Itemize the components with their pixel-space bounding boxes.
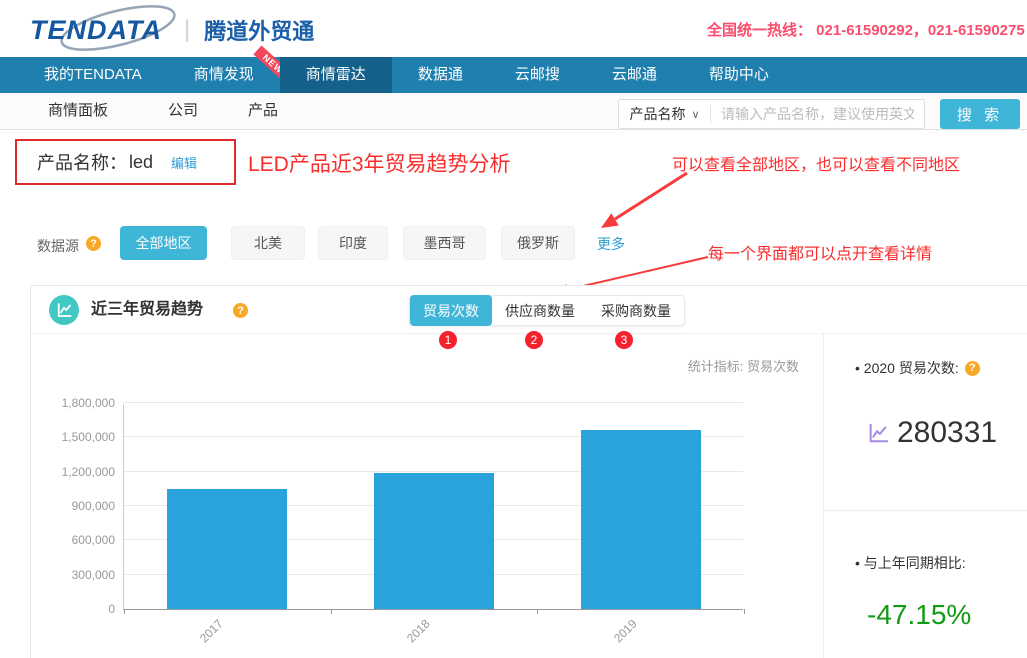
tab-buyer-count[interactable]: 采购商数量 xyxy=(588,295,684,326)
nav-item-mail-search[interactable]: 云邮搜 xyxy=(489,57,586,93)
bar-2019[interactable] xyxy=(581,430,701,609)
product-name-box: 产品名称： led 编辑 xyxy=(15,139,236,185)
nav-item-mail[interactable]: 云邮通 xyxy=(586,57,683,93)
annotation-regions-note: 可以查看全部地区，也可以查看不同地区 xyxy=(672,151,960,175)
search-category-label: 产品名称 xyxy=(629,104,685,124)
subnav-item-panel[interactable]: 商情面板 xyxy=(48,93,108,129)
edit-link[interactable]: 编辑 xyxy=(171,153,197,172)
stats-panel: • 2020 贸易次数: ? 280331 • 与上年同期相比: -47.15% xyxy=(823,334,1027,658)
y-axis-label: 600,000 xyxy=(72,533,115,547)
subnav-item-company[interactable]: 公司 xyxy=(168,93,198,129)
y-axis-label: 1,800,000 xyxy=(62,396,115,410)
region-button-all[interactable]: 全部地区 xyxy=(120,226,207,260)
main-navbar: 我的TENDATA 商情发现 NEW 商情雷达 数据通 云邮搜 云邮通 帮助中心 xyxy=(0,57,1027,93)
y-axis-label: 1,200,000 xyxy=(62,465,115,479)
x-axis-labels: 2017 2018 2019 xyxy=(123,610,743,655)
bar-2017[interactable] xyxy=(167,489,287,609)
stat-yoy-value: -47.15% xyxy=(867,599,1027,631)
search-input[interactable] xyxy=(711,101,924,127)
search-category-select[interactable]: 产品名称 ∨ xyxy=(619,105,711,123)
y-axis-label: 0 xyxy=(108,602,115,616)
nav-item-discovery[interactable]: 商情发现 NEW xyxy=(168,57,280,93)
hotline-text: 全国统一热线： 021-61590292，021-61590275 xyxy=(707,19,1025,40)
y-axis-label: 1,500,000 xyxy=(62,430,115,444)
region-button-india[interactable]: 印度 xyxy=(318,226,388,260)
bar-2018[interactable] xyxy=(374,473,494,609)
top-header: TENDATA | 腾道外贸通 全国统一热线： 021-61590292，021… xyxy=(0,0,1027,57)
trend-card-title: 近三年贸易趋势 xyxy=(91,286,203,334)
y-axis-label: 300,000 xyxy=(72,568,115,582)
stat-2020-label: • 2020 贸易次数: xyxy=(855,358,959,378)
mini-chart-icon xyxy=(867,422,889,444)
region-button-north-america[interactable]: 北美 xyxy=(231,226,305,260)
tab-trade-count[interactable]: 贸易次数 xyxy=(410,295,492,326)
search-box: 产品名称 ∨ xyxy=(618,99,925,129)
nav-item-my-tendata[interactable]: 我的TENDATA xyxy=(18,57,168,93)
bar-chart-plot xyxy=(123,404,743,610)
datasource-label: 数据源 xyxy=(37,236,79,256)
x-axis-tick xyxy=(744,609,745,614)
x-axis-label: 2019 xyxy=(611,617,640,646)
logo-divider: | xyxy=(184,16,190,44)
logo-text: TENDATA xyxy=(30,15,162,46)
nav-item-data[interactable]: 数据通 xyxy=(392,57,489,93)
step-badge-1: 1 xyxy=(439,331,457,349)
product-name-value: led xyxy=(129,152,153,173)
stat-2020-cell: • 2020 贸易次数: ? 280331 xyxy=(824,334,1027,511)
datasource-row: 数据源 ? 全部地区 北美 印度 墨西哥 俄罗斯 更多 xyxy=(0,226,1027,264)
y-axis-label: 900,000 xyxy=(72,499,115,513)
nav-item-discovery-label: 商情发现 xyxy=(194,66,254,83)
page: TENDATA | 腾道外贸通 全国统一热线： 021-61590292，021… xyxy=(0,0,1027,658)
region-button-russia[interactable]: 俄罗斯 xyxy=(501,226,575,260)
y-axis-labels: 0 300,000 600,000 900,000 1,200,000 1,500,000… xyxy=(31,404,115,620)
stat-2020-help-icon[interactable]: ? xyxy=(965,361,980,376)
search-button[interactable]: 搜 索 xyxy=(940,99,1020,129)
subnav-item-product[interactable]: 产品 xyxy=(248,93,278,129)
brand-name: 腾道外贸通 xyxy=(204,14,314,46)
step-badge-2: 2 xyxy=(525,331,543,349)
stat-yoy-cell: • 与上年同期相比: -47.15% xyxy=(824,511,1027,631)
logo[interactable]: TENDATA | 腾道外贸通 xyxy=(30,10,314,50)
gridline xyxy=(124,402,743,403)
step-badge-3: 3 xyxy=(615,331,633,349)
trend-card: 近三年贸易趋势 ? 贸易次数 供应商数量 采购商数量 1 2 3 统计指标: 贸… xyxy=(30,285,1027,658)
line-chart-icon xyxy=(49,295,79,325)
nav-item-help[interactable]: 帮助中心 xyxy=(683,57,795,93)
x-axis-label: 2017 xyxy=(197,617,226,646)
product-name-label: 产品名称： xyxy=(37,149,127,175)
annotation-heading: LED产品近3年贸易趋势分析 xyxy=(248,148,511,178)
chevron-down-icon: ∨ xyxy=(691,108,699,121)
more-regions-link[interactable]: 更多 xyxy=(597,234,625,254)
stat-2020-value: 280331 xyxy=(897,416,997,450)
nav-item-radar[interactable]: 商情雷达 xyxy=(280,57,392,93)
x-axis-label: 2018 xyxy=(404,617,433,646)
tab-supplier-count[interactable]: 供应商数量 xyxy=(492,295,588,326)
datasource-help-icon[interactable]: ? xyxy=(86,236,101,251)
trend-card-header: 近三年贸易趋势 ? 贸易次数 供应商数量 采购商数量 xyxy=(31,286,1027,334)
metric-tab-group: 贸易次数 供应商数量 采购商数量 xyxy=(409,295,685,326)
stat-yoy-label: • 与上年同期相比: xyxy=(855,553,966,573)
region-button-mexico[interactable]: 墨西哥 xyxy=(403,226,486,260)
trend-card-help-icon[interactable]: ? xyxy=(233,303,248,318)
stat-indicator-label: 统计指标: 贸易次数 xyxy=(639,356,799,375)
